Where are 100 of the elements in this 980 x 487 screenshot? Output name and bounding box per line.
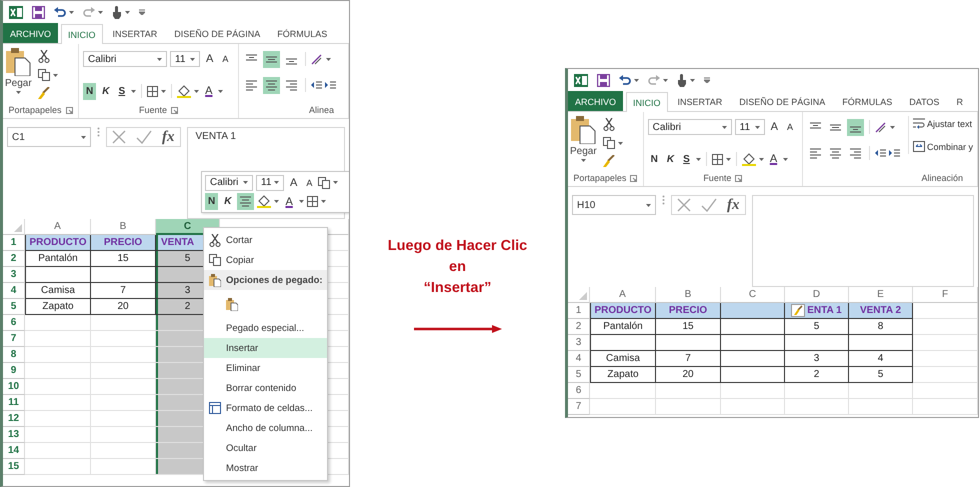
shrink-font-button[interactable]: A — [303, 174, 316, 191]
caret-icon[interactable] — [243, 181, 248, 184]
orientation-icon[interactable] — [311, 54, 323, 64]
row-header[interactable]: 1 — [568, 303, 590, 319]
caret-icon[interactable] — [758, 158, 764, 160]
grow-font-button[interactable]: A — [768, 118, 782, 136]
caret-icon[interactable] — [98, 10, 103, 14]
copy-icon[interactable] — [209, 254, 221, 266]
caret-icon[interactable] — [190, 58, 195, 60]
column-header[interactable]: E — [849, 287, 913, 303]
column-header[interactable]: B — [656, 287, 721, 303]
column-header[interactable]: A — [590, 287, 656, 303]
row-header[interactable]: 3 — [568, 335, 590, 351]
row-header[interactable]: 11 — [3, 395, 25, 411]
row-header[interactable]: 8 — [3, 347, 25, 363]
launcher-icon[interactable] — [171, 106, 178, 114]
row-header[interactable]: 5 — [568, 367, 590, 383]
orientation-icon[interactable] — [874, 122, 887, 132]
align-middle-icon[interactable] — [830, 122, 841, 132]
ribbon-tab[interactable]: INICIO — [61, 24, 103, 44]
font-size-field[interactable]: 11 — [734, 119, 765, 135]
caret-icon[interactable] — [157, 58, 162, 60]
copy-icon[interactable] — [318, 176, 330, 188]
ribbon-tab[interactable]: FÓRMULAS — [270, 23, 334, 43]
font-name-field[interactable]: Calibri — [648, 119, 732, 135]
font-name-field[interactable]: Calibri — [83, 51, 167, 67]
clipboard-icon[interactable] — [570, 116, 596, 144]
wrap-text-icon[interactable] — [912, 118, 925, 129]
touch-icon[interactable] — [112, 6, 122, 18]
formula-field[interactable] — [752, 195, 974, 287]
caret-icon[interactable] — [326, 58, 331, 60]
launcher-icon[interactable] — [735, 174, 742, 182]
paintbrush-icon[interactable] — [602, 155, 615, 167]
caret-icon[interactable] — [69, 10, 74, 14]
customize-icon[interactable] — [139, 9, 145, 15]
caret-icon[interactable] — [298, 200, 304, 203]
align-center-icon[interactable] — [240, 196, 252, 207]
caret-icon[interactable] — [218, 90, 224, 92]
align-left-icon[interactable] — [246, 80, 257, 90]
align-right-icon[interactable] — [850, 148, 861, 158]
borders-icon[interactable] — [147, 86, 158, 96]
align-left-icon[interactable] — [810, 148, 821, 158]
merge-button[interactable]: Combinar y — [912, 139, 973, 154]
caret-icon[interactable] — [726, 158, 731, 160]
copy-icon[interactable] — [602, 137, 615, 149]
row-header[interactable]: 6 — [568, 383, 590, 399]
merge-cells-icon[interactable] — [912, 141, 925, 152]
caret-icon[interactable] — [194, 90, 200, 92]
align-middle-icon[interactable] — [266, 54, 277, 64]
menu-item[interactable]: Ancho de columna... — [204, 418, 327, 438]
row-header[interactable]: 14 — [3, 443, 25, 459]
underline-button[interactable]: S — [115, 82, 128, 100]
name-box[interactable]: H10 — [572, 195, 656, 215]
fill-color-icon[interactable] — [257, 195, 272, 208]
font-color-button[interactable]: A — [282, 193, 296, 210]
ribbon-tab[interactable]: DISEÑO DE PÁGINA — [732, 91, 832, 111]
caret-icon[interactable] — [663, 78, 668, 82]
row-header[interactable]: 5 — [3, 299, 25, 315]
column-header[interactable]: A — [25, 219, 91, 235]
ribbon-tab[interactable]: INICIO — [626, 92, 668, 112]
file-tab[interactable]: ARCHIVO — [3, 23, 58, 43]
font-name-field[interactable]: Calibri — [205, 174, 253, 190]
underline-button[interactable]: S — [680, 150, 693, 168]
font-size-field[interactable]: 11 — [170, 51, 200, 67]
caret-icon[interactable] — [52, 74, 58, 76]
save-icon[interactable] — [32, 6, 45, 18]
caret-icon[interactable] — [125, 10, 130, 14]
clipboard-icon[interactable] — [209, 274, 221, 286]
borders-icon[interactable] — [712, 154, 723, 164]
row-header[interactable]: 15 — [3, 459, 25, 475]
name-box[interactable]: C1 — [7, 127, 91, 147]
clipboard-icon[interactable] — [5, 48, 32, 76]
ribbon-tab[interactable]: DISEÑO DE PÁGINA — [167, 23, 268, 43]
font-color-button[interactable]: A — [766, 150, 780, 168]
launcher-icon[interactable] — [66, 106, 73, 114]
caret-icon[interactable] — [890, 126, 895, 128]
italic-button[interactable]: K — [99, 82, 112, 100]
font-color-button[interactable]: A — [202, 82, 216, 100]
italic-button[interactable]: K — [221, 193, 234, 210]
scissors-icon[interactable] — [209, 234, 221, 246]
caret-icon[interactable] — [161, 90, 166, 92]
row-header[interactable]: 4 — [3, 283, 25, 299]
row-header[interactable]: 3 — [3, 267, 25, 283]
caret-icon[interactable] — [618, 142, 623, 144]
caret-icon[interactable] — [646, 204, 651, 206]
bold-button[interactable]: N — [83, 82, 96, 100]
caret-icon[interactable] — [333, 181, 338, 184]
caret-icon[interactable] — [320, 200, 326, 203]
caret-icon[interactable] — [690, 78, 695, 82]
italic-button[interactable]: K — [664, 150, 678, 168]
caret-icon[interactable] — [634, 78, 639, 82]
row-header[interactable]: 7 — [568, 399, 590, 415]
grow-font-button[interactable]: A — [203, 50, 216, 68]
undo-icon[interactable] — [619, 74, 631, 86]
menu-item[interactable]: Mostrar — [204, 458, 327, 478]
increase-indent-icon[interactable] — [888, 148, 900, 158]
bold-button[interactable]: N — [205, 193, 218, 210]
ribbon-tab[interactable]: DATOS — [902, 91, 946, 111]
caret-icon[interactable] — [754, 126, 760, 128]
menu-item[interactable]: Eliminar — [204, 358, 327, 378]
